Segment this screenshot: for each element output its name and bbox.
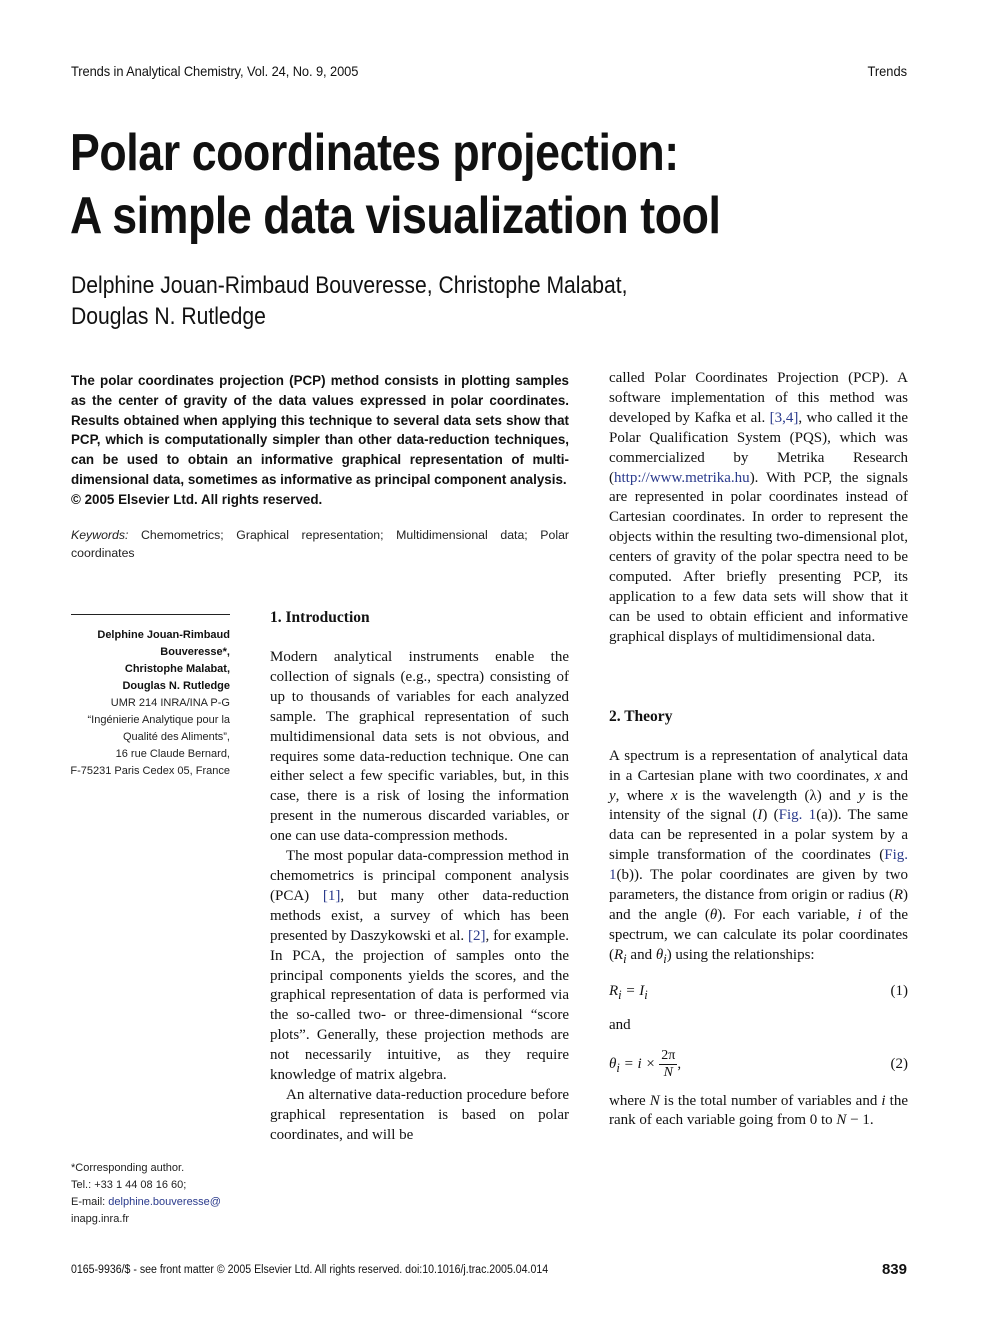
equation-1: Ri = Ii (1) — [609, 982, 908, 1002]
equation-2: θi = i × 2π N, (2) — [609, 1044, 908, 1084]
math-var: x — [670, 787, 678, 804]
text-run: ) using the relationships: — [666, 946, 815, 963]
punctuation: , — [677, 1055, 682, 1072]
text-run: , where — [615, 787, 671, 804]
keywords: Keywords: Chemometrics; Graphical repres… — [71, 526, 569, 562]
abstract-text: The polar coordinates projection (PCP) m… — [71, 373, 569, 487]
math-subscript: i — [644, 987, 648, 1002]
text-run: , for example. In PCA, the projection of… — [270, 927, 569, 1084]
math-var: R — [609, 982, 619, 999]
text-run: ). For each variable, — [717, 906, 858, 923]
footnote-email-label: E-mail: — [71, 1196, 109, 1208]
text-run: is the wavelength (λ) and — [677, 787, 859, 804]
article-title: Polar coordinates projection: A simple d… — [70, 122, 930, 248]
text-run: is the total number of variables and — [659, 1092, 882, 1109]
fraction: 2π N — [659, 1047, 678, 1081]
math-var: R — [614, 946, 624, 963]
intro-paragraph-2: The most popular data-compression method… — [270, 847, 569, 1086]
affil-address-3: Qualité des Aliments”, — [123, 731, 230, 743]
affil-author-2: Christophe Malabat, — [124, 663, 230, 675]
footnote-corresponding: *Corresponding author. — [71, 1162, 185, 1174]
theory-paragraph-1: A spectrum is a representation of analyt… — [609, 747, 908, 970]
section-heading-introduction: 1. Introduction — [270, 609, 370, 626]
text-run: where — [609, 1092, 650, 1109]
text-run: and — [626, 946, 656, 963]
text-run: ). With PCP, the signals are represented… — [609, 469, 908, 645]
math-var: = i × — [619, 1055, 660, 1072]
title-line-2: A simple data visualization tool — [70, 187, 721, 245]
text-run: and — [881, 767, 908, 784]
footnote-email-domain: inapg.inra.fr — [71, 1213, 130, 1225]
footer-issn-doi: 0165-9936/$ - see front matter © 2005 El… — [71, 1264, 549, 1276]
affil-author-3: Douglas N. Rutledge — [122, 680, 230, 692]
text-run: (b)). The polar coordinates are given by… — [609, 867, 908, 904]
theory-paragraph-2: where N is the total number of variables… — [609, 1092, 908, 1132]
authors-line-2: Douglas N. Rutledge — [71, 303, 266, 330]
text-run: ) ( — [762, 807, 779, 824]
running-head-section: Trends — [867, 63, 907, 79]
fraction-numerator: 2π — [659, 1047, 678, 1065]
text-run: − 1. — [846, 1112, 874, 1129]
metrika-url-link[interactable]: http://www.metrika.hu — [614, 470, 750, 486]
figure-1-link[interactable]: Fig. 1 — [779, 807, 817, 823]
abstract: The polar coordinates projection (PCP) m… — [71, 371, 569, 510]
affil-address-1: UMR 214 INRA/INA P-G — [110, 697, 230, 709]
equation-number-2: (2) — [890, 1055, 909, 1072]
affil-author-1b: Bouveresse*, — [160, 646, 230, 658]
citation-link-2[interactable]: [2] — [468, 928, 486, 944]
affil-address-5: F-75231 Paris Cedex 05, France — [70, 765, 230, 777]
keywords-label: Keywords: — [71, 528, 129, 542]
authors-line-1: Delphine Jouan-Rimbaud Bouveresse, Chris… — [71, 272, 628, 299]
citation-link-1[interactable]: [1] — [323, 888, 341, 904]
affil-author-1a: Delphine Jouan-Rimbaud — [97, 629, 230, 641]
math-var: R — [893, 887, 903, 904]
sidebar-divider — [71, 614, 230, 615]
equation-connector: and — [609, 1016, 631, 1033]
section-heading-theory: 2. Theory — [609, 707, 673, 725]
corresponding-author-footnote: *Corresponding author. Tel.: +33 1 44 08… — [71, 1160, 261, 1228]
intro-paragraph-1: Modern analytical instruments enable the… — [270, 649, 569, 845]
column-right: called Polar Coordinates Projection (PCP… — [609, 369, 908, 1131]
math-var: N — [836, 1112, 847, 1129]
footnote-tel: Tel.: +33 1 44 08 16 60; — [71, 1179, 187, 1191]
math-var: y — [609, 787, 616, 804]
affil-address-4: 16 rue Claude Bernard, — [115, 748, 230, 760]
math-var: N — [649, 1092, 660, 1109]
page-number: 839 — [881, 1261, 907, 1278]
affil-address-2: “Ingénierie Analytique pour la — [87, 714, 230, 726]
intro-continuation: called Polar Coordinates Projection (PCP… — [609, 369, 908, 648]
equation-number-1: (1) — [890, 982, 909, 999]
email-link[interactable]: delphine.bouveresse@ — [108, 1196, 221, 1208]
fraction-denominator: N — [663, 1064, 673, 1080]
title-line-1: Polar coordinates projection: — [70, 124, 679, 182]
abstract-copyright: © 2005 Elsevier Ltd. All rights reserved… — [71, 491, 323, 507]
citation-link-3-4[interactable]: [3,4] — [770, 410, 799, 426]
math-var: y — [858, 787, 865, 804]
math-var: = I — [621, 982, 645, 999]
author-list: Delphine Jouan-Rimbaud Bouveresse, Chris… — [71, 270, 775, 332]
intro-paragraph-3: An alternative data-reduction procedure … — [270, 1086, 569, 1143]
running-head-journal: Trends in Analytical Chemistry, Vol. 24,… — [71, 63, 359, 79]
column-middle: 1. Introduction Modern analytical instru… — [270, 608, 569, 1146]
keywords-text: Chemometrics; Graphical representation; … — [71, 528, 570, 560]
author-affiliation: Delphine Jouan-Rimbaud Bouveresse*, Chri… — [60, 627, 230, 780]
text-run: A spectrum is a representation of analyt… — [609, 747, 908, 784]
